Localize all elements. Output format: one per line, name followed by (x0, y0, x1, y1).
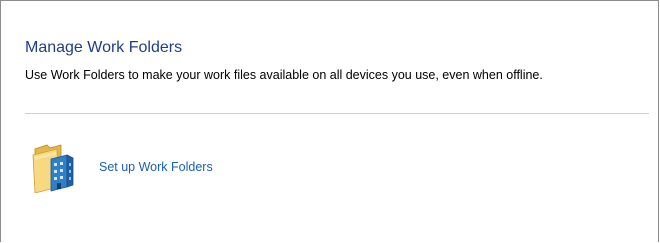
work-folders-icon[interactable] (31, 141, 81, 193)
page-title: Manage Work Folders (25, 39, 183, 56)
control-panel-content: Manage Work Folders Use Work Folders to … (0, 0, 659, 242)
section-divider (25, 113, 649, 114)
setup-work-folders-link[interactable]: Set up Work Folders (99, 160, 213, 174)
page-description: Use Work Folders to make your work files… (25, 68, 543, 82)
